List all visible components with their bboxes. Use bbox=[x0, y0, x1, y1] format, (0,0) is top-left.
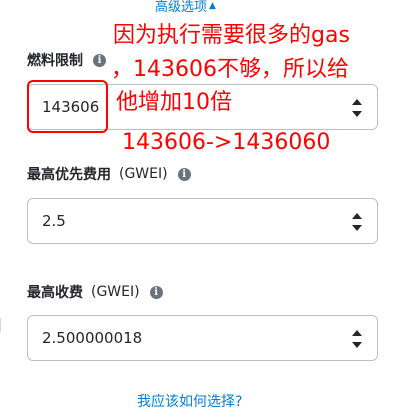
spinner-down-icon[interactable] bbox=[352, 342, 362, 348]
number-spinner-icon[interactable] bbox=[352, 213, 362, 231]
priority-fee-value[interactable]: 2.5 bbox=[42, 212, 66, 230]
max-fee-label-row: 最高收费 (GWEI) i bbox=[27, 282, 163, 302]
gas-limit-label-row: 燃料限制 i bbox=[27, 50, 106, 70]
highlight-box bbox=[27, 80, 108, 133]
info-icon[interactable]: i bbox=[149, 285, 163, 299]
annotation-line-3: 他增加10倍 bbox=[116, 90, 232, 115]
left-edge-divider bbox=[0, 318, 1, 332]
advanced-options-label: 高级选项 bbox=[155, 0, 208, 15]
max-fee-input[interactable]: 2.500000018 bbox=[27, 315, 378, 361]
spinner-up-icon[interactable] bbox=[352, 213, 362, 219]
spinner-up-icon[interactable] bbox=[352, 330, 362, 336]
how-to-choose-link[interactable]: 我应该如何选择? bbox=[137, 391, 242, 411]
spinner-up-icon[interactable] bbox=[352, 99, 362, 105]
annotation-line-2: ，143606不够，所以给 bbox=[111, 57, 349, 82]
info-icon[interactable]: i bbox=[93, 53, 106, 67]
number-spinner-icon[interactable] bbox=[352, 99, 362, 117]
annotation-line-4: 143606->1436060 bbox=[122, 130, 331, 155]
annotation-line-1: 因为执行需要很多的gas bbox=[113, 23, 350, 48]
gas-limit-label: 燃料限制 bbox=[27, 53, 83, 69]
advanced-options-toggle[interactable]: 高级选项 ▲ bbox=[155, 0, 216, 15]
priority-fee-label-row: 最高优先费用 (GWEI) i bbox=[27, 164, 191, 184]
max-fee-label: 最高收费 bbox=[27, 285, 83, 301]
number-spinner-icon[interactable] bbox=[352, 330, 362, 348]
caret-up-icon: ▲ bbox=[209, 0, 216, 11]
spinner-down-icon[interactable] bbox=[352, 225, 362, 231]
max-fee-value[interactable]: 2.500000018 bbox=[42, 329, 142, 347]
priority-fee-unit: (GWEI) bbox=[119, 166, 168, 182]
spinner-down-icon[interactable] bbox=[352, 111, 362, 117]
priority-fee-label: 最高优先费用 bbox=[27, 167, 111, 183]
info-icon[interactable]: i bbox=[177, 167, 191, 181]
max-fee-unit: (GWEI) bbox=[91, 284, 140, 300]
priority-fee-input[interactable]: 2.5 bbox=[27, 198, 378, 244]
